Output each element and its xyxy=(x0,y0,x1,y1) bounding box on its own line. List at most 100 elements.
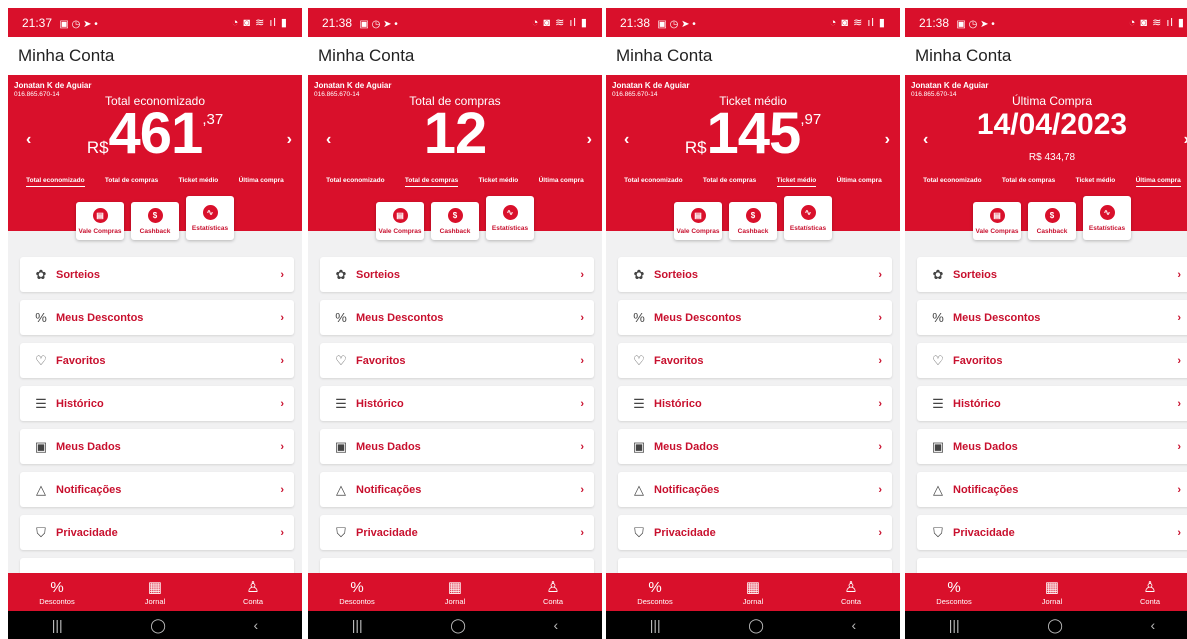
estatisticas-button[interactable]: ∿ Estatísticas xyxy=(186,196,234,240)
metric-tabs: Total economizado Total de compras Ticke… xyxy=(308,177,602,187)
nav-descontos[interactable]: % Descontos xyxy=(22,579,92,606)
tab-total-de-compras[interactable]: Total de compras xyxy=(404,177,459,187)
back-icon[interactable]: ‹ xyxy=(254,617,259,633)
tab-total-economizado[interactable]: Total economizado xyxy=(923,177,981,187)
nav-conta[interactable]: ♙ Conta xyxy=(218,579,288,606)
tab-ticket-medio[interactable]: Ticket médio xyxy=(179,177,219,187)
tab-ultima-compra[interactable]: Última compra xyxy=(239,177,284,187)
menu-item-sorteios[interactable]: ✿ Sorteios › xyxy=(917,257,1187,292)
recent-apps-icon[interactable]: ||| xyxy=(52,617,63,633)
nav-conta[interactable]: ♙ Conta xyxy=(518,579,588,606)
status-system-icons: ◔ ◙ ≋ ıl ▮ xyxy=(531,17,588,29)
cashback-button[interactable]: $ Cashback xyxy=(1028,202,1076,240)
tab-total-de-compras[interactable]: Total de compras xyxy=(105,177,158,187)
status-system-icons: ◔ ◙ ≋ ıl ▮ xyxy=(829,17,886,29)
menu-item-privacidade[interactable]: ⛉ Privacidade › xyxy=(320,515,594,550)
menu-item-meus-dados[interactable]: ▣ Meus Dados › xyxy=(20,429,294,464)
cashback-button[interactable]: $ Cashback xyxy=(131,202,179,240)
menu-item-favoritos[interactable]: ♡ Favoritos › xyxy=(320,343,594,378)
menu-item-meus-dados[interactable]: ▣ Meus Dados › xyxy=(320,429,594,464)
nav-descontos[interactable]: % Descontos xyxy=(919,579,989,606)
metric-tabs: Total economizado Total de compras Ticke… xyxy=(905,177,1187,187)
menu-item-meus-dados[interactable]: ▣ Meus Dados › xyxy=(917,429,1187,464)
chevron-right-icon[interactable]: › xyxy=(587,131,592,149)
menu-item-meus-descontos[interactable]: % Meus Descontos › xyxy=(618,300,892,335)
menu-item-sorteios[interactable]: ✿ Sorteios › xyxy=(20,257,294,292)
tab-ultima-compra[interactable]: Última compra xyxy=(1135,177,1181,187)
tab-ticket-medio[interactable]: Ticket médio xyxy=(479,177,519,187)
nav-jornal[interactable]: ▦ Jornal xyxy=(1017,579,1087,606)
nav-jornal[interactable]: ▦ Jornal xyxy=(120,579,190,606)
menu-item-meus-descontos[interactable]: % Meus Descontos › xyxy=(320,300,594,335)
chevron-left-icon[interactable]: ‹ xyxy=(26,131,31,149)
menu-item-favoritos[interactable]: ♡ Favoritos › xyxy=(917,343,1187,378)
estatisticas-button[interactable]: ∿ Estatísticas xyxy=(1083,196,1131,240)
menu-item-historico[interactable]: ☰ Histórico › xyxy=(20,386,294,421)
tab-ultima-compra[interactable]: Última compra xyxy=(837,177,882,187)
home-icon[interactable]: ◯ xyxy=(450,617,466,634)
tab-ticket-medio[interactable]: Ticket médio xyxy=(1076,177,1116,187)
back-icon[interactable]: ‹ xyxy=(852,617,857,633)
menu-item-notificacoes[interactable]: △ Notificações › xyxy=(320,472,594,507)
raffle-icon: ✿ xyxy=(335,266,347,282)
menu-item-privacidade[interactable]: ⛉ Privacidade › xyxy=(20,515,294,550)
menu-item-favoritos[interactable]: ♡ Favoritos › xyxy=(20,343,294,378)
menu-item-historico[interactable]: ☰ Histórico › xyxy=(618,386,892,421)
menu-item-historico[interactable]: ☰ Histórico › xyxy=(320,386,594,421)
vale-compras-button[interactable]: ▤ Vale Compras xyxy=(76,202,124,240)
back-icon[interactable]: ‹ xyxy=(1151,617,1156,633)
nav-descontos[interactable]: % Descontos xyxy=(620,579,690,606)
nav-jornal[interactable]: ▦ Jornal xyxy=(420,579,490,606)
menu-item-meus-dados[interactable]: ▣ Meus Dados › xyxy=(618,429,892,464)
vale-compras-button[interactable]: ▤ Vale Compras xyxy=(674,202,722,240)
home-icon[interactable]: ◯ xyxy=(150,617,166,634)
cashback-button[interactable]: $ Cashback xyxy=(431,202,479,240)
nav-label: Descontos xyxy=(637,596,673,606)
cashback-button[interactable]: $ Cashback xyxy=(729,202,777,240)
back-icon[interactable]: ‹ xyxy=(554,617,559,633)
chevron-left-icon[interactable]: ‹ xyxy=(326,131,331,149)
menu-item-notificacoes[interactable]: △ Notificações › xyxy=(917,472,1187,507)
nav-label: Descontos xyxy=(936,596,972,606)
menu-item-label: Meus Dados xyxy=(356,440,421,453)
tab-ultima-compra[interactable]: Última compra xyxy=(539,177,584,187)
menu-item-historico[interactable]: ☰ Histórico › xyxy=(917,386,1187,421)
chevron-right-icon[interactable]: › xyxy=(287,131,292,149)
vale-compras-button[interactable]: ▤ Vale Compras xyxy=(973,202,1021,240)
system-nav-bar: ||| ◯ ‹ xyxy=(606,611,900,639)
menu-item-privacidade[interactable]: ⛉ Privacidade › xyxy=(917,515,1187,550)
nav-conta[interactable]: ♙ Conta xyxy=(1115,579,1185,606)
percent-icon: % xyxy=(350,578,364,596)
tab-ticket-medio[interactable]: Ticket médio xyxy=(776,177,817,187)
home-icon[interactable]: ◯ xyxy=(1047,617,1063,634)
menu-item-sorteios[interactable]: ✿ Sorteios › xyxy=(320,257,594,292)
heart-icon: ♡ xyxy=(35,352,47,368)
menu-item-label: Favoritos xyxy=(953,354,1003,367)
tab-total-economizado[interactable]: Total economizado xyxy=(26,177,85,187)
menu-item-notificacoes[interactable]: △ Notificações › xyxy=(618,472,892,507)
recent-apps-icon[interactable]: ||| xyxy=(949,617,960,633)
nav-jornal[interactable]: ▦ Jornal xyxy=(718,579,788,606)
chevron-right-icon[interactable]: › xyxy=(885,131,890,149)
nav-conta[interactable]: ♙ Conta xyxy=(816,579,886,606)
menu-item-meus-descontos[interactable]: % Meus Descontos › xyxy=(917,300,1187,335)
estatisticas-button[interactable]: ∿ Estatísticas xyxy=(486,196,534,240)
nav-descontos[interactable]: % Descontos xyxy=(322,579,392,606)
home-icon[interactable]: ◯ xyxy=(748,617,764,634)
menu-item-favoritos[interactable]: ♡ Favoritos › xyxy=(618,343,892,378)
vale-compras-button[interactable]: ▤ Vale Compras xyxy=(376,202,424,240)
chevron-left-icon[interactable]: ‹ xyxy=(923,131,928,149)
tab-total-economizado[interactable]: Total economizado xyxy=(326,177,384,187)
menu-item-privacidade[interactable]: ⛉ Privacidade › xyxy=(618,515,892,550)
recent-apps-icon[interactable]: ||| xyxy=(352,617,363,633)
estatisticas-button[interactable]: ∿ Estatísticas xyxy=(784,196,832,240)
menu-item-sorteios[interactable]: ✿ Sorteios › xyxy=(618,257,892,292)
metric-value-integer: 145 xyxy=(706,101,802,166)
recent-apps-icon[interactable]: ||| xyxy=(650,617,661,633)
menu-item-meus-descontos[interactable]: % Meus Descontos › xyxy=(20,300,294,335)
tab-total-de-compras[interactable]: Total de compras xyxy=(703,177,756,187)
chevron-left-icon[interactable]: ‹ xyxy=(624,131,629,149)
tab-total-economizado[interactable]: Total economizado xyxy=(624,177,682,187)
menu-item-notificacoes[interactable]: △ Notificações › xyxy=(20,472,294,507)
tab-total-de-compras[interactable]: Total de compras xyxy=(1002,177,1055,187)
